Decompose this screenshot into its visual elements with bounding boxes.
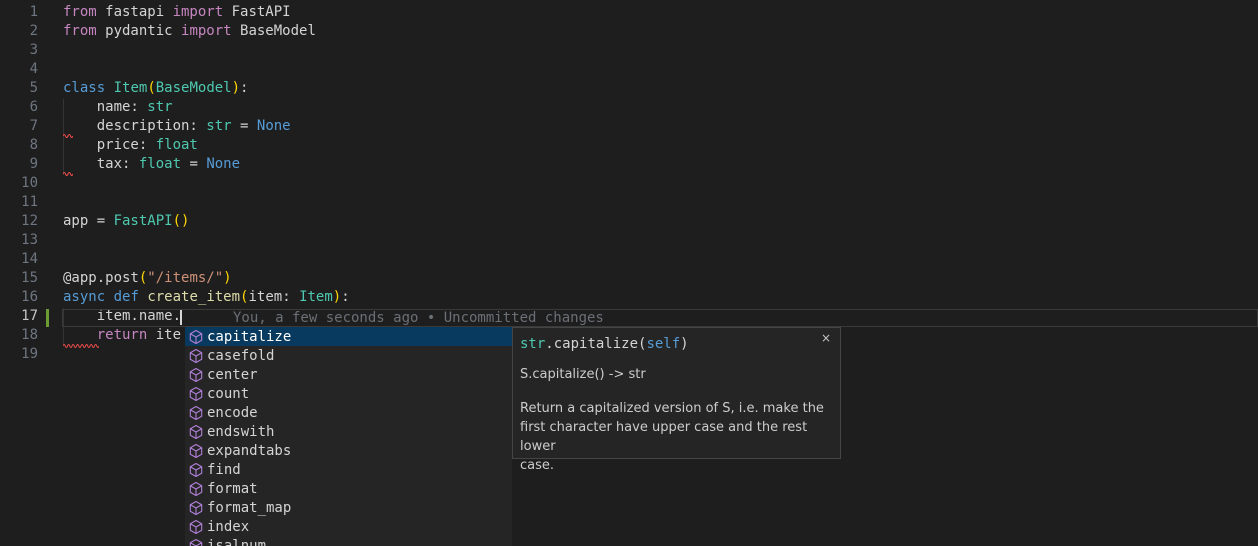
code-line[interactable]: async def create_item(item: Item): [63,288,350,307]
code-line[interactable]: price: float [63,136,198,155]
suggest-item-label: format [207,481,258,497]
suggest-item-label: endswith [207,424,274,440]
method-icon [188,443,204,459]
suggest-item-label: expandtabs [207,443,291,459]
suggest-item-label: center [207,367,258,383]
line-number[interactable]: 19 [0,345,38,364]
method-icon [188,500,204,516]
code-line[interactable]: name: str [63,98,173,117]
line-number[interactable]: 6 [0,98,38,117]
error-squiggle [63,170,73,176]
suggest-item-format_map[interactable]: format_map [185,498,512,517]
line-number[interactable]: 13 [0,231,38,250]
code-line[interactable]: class Item(BaseModel): [63,79,248,98]
doc-description: Return a capitalized version of S, i.e. … [520,399,832,475]
doc-summary: S.capitalize() -> str [520,366,832,384]
code-line[interactable]: app = FastAPI() [63,212,189,231]
code-line[interactable]: from pydantic import BaseModel [63,22,316,41]
suggest-item-encode[interactable]: encode [185,403,512,422]
doc-signature: str.capitalize(self) [520,335,816,353]
line-number[interactable]: 1 [0,3,38,22]
error-squiggle [63,342,99,348]
line-number[interactable]: 11 [0,193,38,212]
suggest-item-index[interactable]: index [185,517,512,536]
suggest-item-label: index [207,519,249,535]
method-icon [188,462,204,478]
code-line[interactable]: description: str = None [63,117,291,136]
line-number[interactable]: 9 [0,155,38,174]
suggest-item-label: isalnum [207,538,266,546]
line-number[interactable]: 12 [0,212,38,231]
inline-blame: You, a few seconds ago • Uncommitted cha… [233,309,604,327]
line-number[interactable]: 10 [0,174,38,193]
suggest-widget: capitalize casefold center count encode endsw… [185,327,512,546]
line-number[interactable]: 5 [0,79,38,98]
suggest-item-isalnum[interactable]: isalnum [185,536,512,546]
method-icon [188,481,204,497]
line-number[interactable]: 14 [0,250,38,269]
suggest-item-label: capitalize [207,329,291,345]
line-number[interactable]: 3 [0,41,38,60]
line-number[interactable]: 15 [0,269,38,288]
suggest-item-expandtabs[interactable]: expandtabs [185,441,512,460]
method-icon [188,405,204,421]
line-number[interactable]: 4 [0,60,38,79]
method-icon [188,367,204,383]
line-number[interactable]: 2 [0,22,38,41]
method-icon [188,519,204,535]
code-line[interactable]: tax: float = None [63,155,240,174]
suggest-item-label: encode [207,405,258,421]
suggest-item-find[interactable]: find [185,460,512,479]
error-squiggle [63,132,73,138]
code-line[interactable]: item.name. [63,307,181,326]
suggest-docs: str.capitalize(self) × S.capitalize() ->… [512,327,841,459]
code-line[interactable]: from fastapi import FastAPI [63,3,291,22]
suggest-item-label: find [207,462,241,478]
suggest-item-label: casefold [207,348,274,364]
suggest-item-endswith[interactable]: endswith [185,422,512,441]
method-icon [188,538,204,546]
suggest-list: capitalize casefold center count encode endsw… [185,327,512,546]
suggest-item-center[interactable]: center [185,365,512,384]
line-number[interactable]: 16 [0,288,38,307]
text-cursor [180,310,182,325]
suggest-item-format[interactable]: format [185,479,512,498]
suggest-item-label: count [207,386,249,402]
method-icon [188,348,204,364]
indent-guide [63,308,64,346]
close-icon[interactable]: × [819,331,833,345]
gutter-added-indicator [46,309,49,327]
suggest-item-casefold[interactable]: casefold [185,346,512,365]
code-line[interactable]: @app.post("/items/") [63,269,232,288]
line-number[interactable]: 18 [0,326,38,345]
suggest-item-label: format_map [207,500,291,516]
method-icon [188,329,204,345]
line-number[interactable]: 8 [0,136,38,155]
gutter: 12345678910111213141516171819 [0,0,38,546]
suggest-item-capitalize[interactable]: capitalize [185,327,512,346]
method-icon [188,386,204,402]
method-icon [188,424,204,440]
line-number[interactable]: 17 [0,307,38,326]
suggest-item-count[interactable]: count [185,384,512,403]
line-number[interactable]: 7 [0,117,38,136]
